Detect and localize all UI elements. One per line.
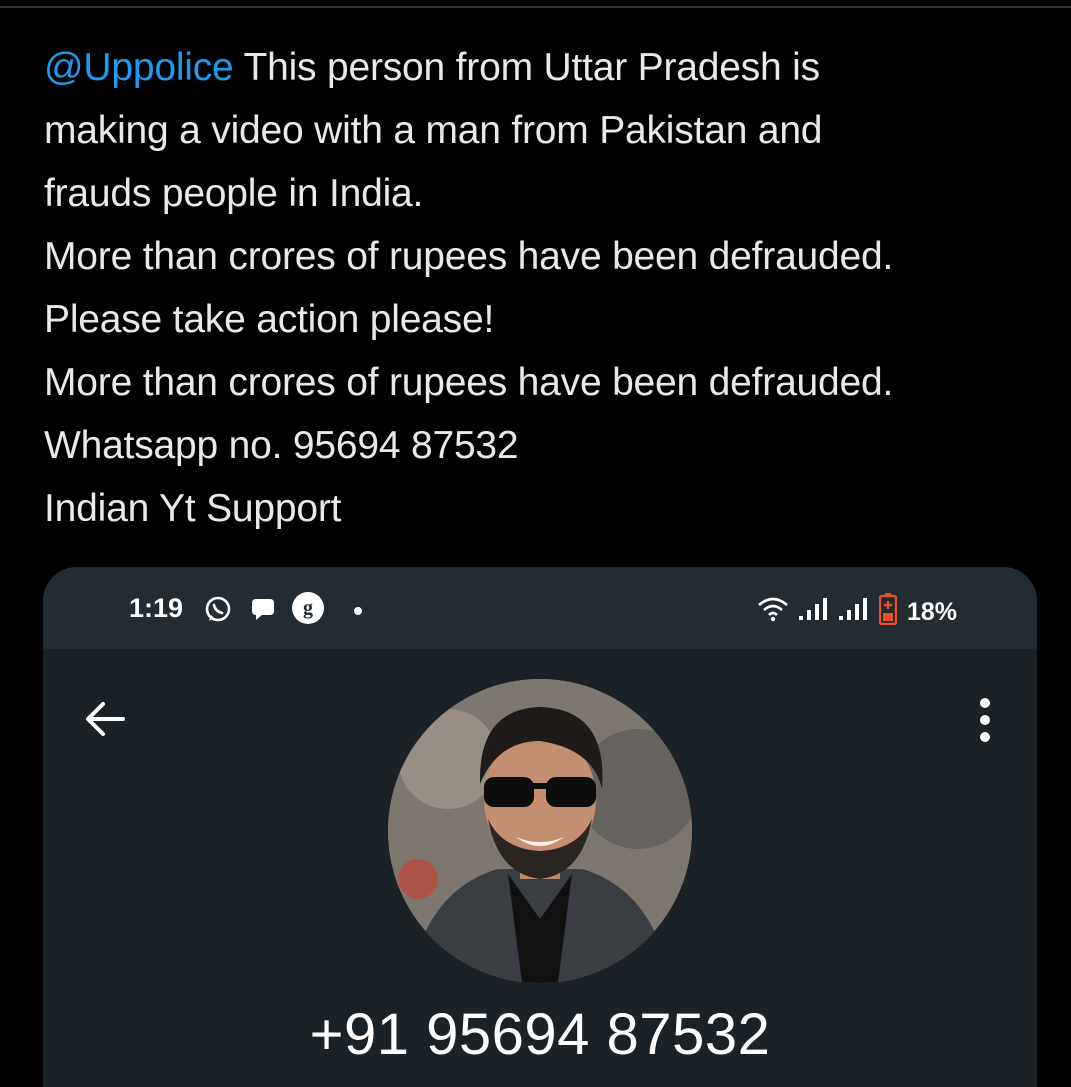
- dot-icon: [353, 603, 363, 621]
- mention-link[interactable]: @Uppolice: [44, 46, 234, 89]
- tweet-line-4: More than crores of rupees have been def…: [44, 235, 894, 278]
- signal-icon: [798, 596, 829, 629]
- tweet-line-5: Please take action please!: [44, 298, 495, 341]
- g-circle-icon: g: [291, 591, 325, 630]
- tweet-line-1: @Uppolice This person from Uttar Pradesh…: [44, 36, 1054, 99]
- battery-low-icon: [878, 593, 898, 632]
- tweet-line-2: making a video with a man from Pakistan …: [44, 109, 823, 152]
- more-options-icon[interactable]: [977, 697, 993, 748]
- contact-header: +91 95694 87532: [43, 649, 1037, 1087]
- whatsapp-icon: [203, 595, 233, 630]
- avatar: [388, 679, 692, 983]
- tweet-line-3: frauds people in India.: [44, 172, 424, 215]
- chat-bubble-icon: [248, 595, 278, 630]
- tweet-line-1-text: This person from Uttar Pradesh is: [233, 46, 820, 89]
- signal-icon: [838, 596, 869, 629]
- top-divider: [0, 0, 1071, 8]
- attached-screenshot[interactable]: 1:19 g 18% +91 95694 87532: [43, 567, 1037, 1087]
- tweet-line-7: Whatsapp no. 95694 87532: [44, 424, 519, 467]
- tweet-text: @Uppolice This person from Uttar Pradesh…: [44, 36, 1054, 540]
- status-right-group: 18%: [757, 593, 957, 632]
- back-arrow-icon[interactable]: [83, 699, 127, 744]
- contact-phone-number: +91 95694 87532: [309, 1002, 771, 1067]
- wifi-icon: [757, 596, 789, 629]
- tweet-line-6: More than crores of rupees have been def…: [44, 361, 894, 404]
- battery-percent: 18%: [906, 598, 957, 626]
- svg-text:g: g: [303, 597, 313, 619]
- tweet-line-8: Indian Yt Support: [44, 487, 342, 530]
- status-bar: 1:19 g 18%: [43, 567, 1037, 649]
- status-time: 1:19: [129, 593, 184, 623]
